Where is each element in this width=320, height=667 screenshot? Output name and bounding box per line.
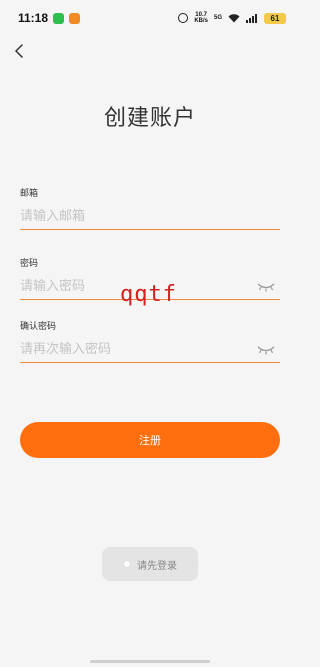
wechat-notification-icon: [53, 12, 65, 24]
network-type: 5G: [213, 15, 222, 21]
eye-closed-icon[interactable]: [256, 281, 276, 293]
email-field[interactable]: [20, 204, 280, 230]
password-label: 密码: [20, 259, 39, 269]
network-speed: 10.7 KB/s: [194, 12, 208, 24]
eye-closed-icon[interactable]: [256, 344, 276, 356]
home-indicator[interactable]: [90, 660, 210, 663]
confirm-password-label: 确认密码: [20, 322, 57, 332]
toast-icon: [123, 560, 131, 568]
battery-indicator: 61: [264, 12, 286, 24]
network-speed-unit: KB/s: [194, 18, 208, 24]
toast-message: 请先登录: [102, 547, 198, 581]
wifi-icon: [228, 13, 240, 22]
watermark-text: qqtf: [120, 282, 177, 307]
status-indicators: 10.7 KB/s 5G 61: [178, 12, 286, 24]
register-button[interactable]: 注册: [20, 422, 280, 458]
page-title: 创建账户: [103, 106, 196, 131]
back-button[interactable]: [9, 40, 29, 62]
status-time: 11:18: [18, 11, 49, 25]
toast-text: 请先登录: [137, 560, 177, 572]
email-label: 邮箱: [20, 189, 39, 199]
alarm-icon: [178, 13, 189, 23]
app-notification-icon: [69, 12, 81, 24]
signal-icon: [246, 13, 257, 23]
confirm-password-field[interactable]: [20, 337, 280, 363]
status-bar: 11:18 10.7 KB/s 5G 61: [0, 0, 300, 36]
chevron-left-icon: [15, 44, 23, 58]
